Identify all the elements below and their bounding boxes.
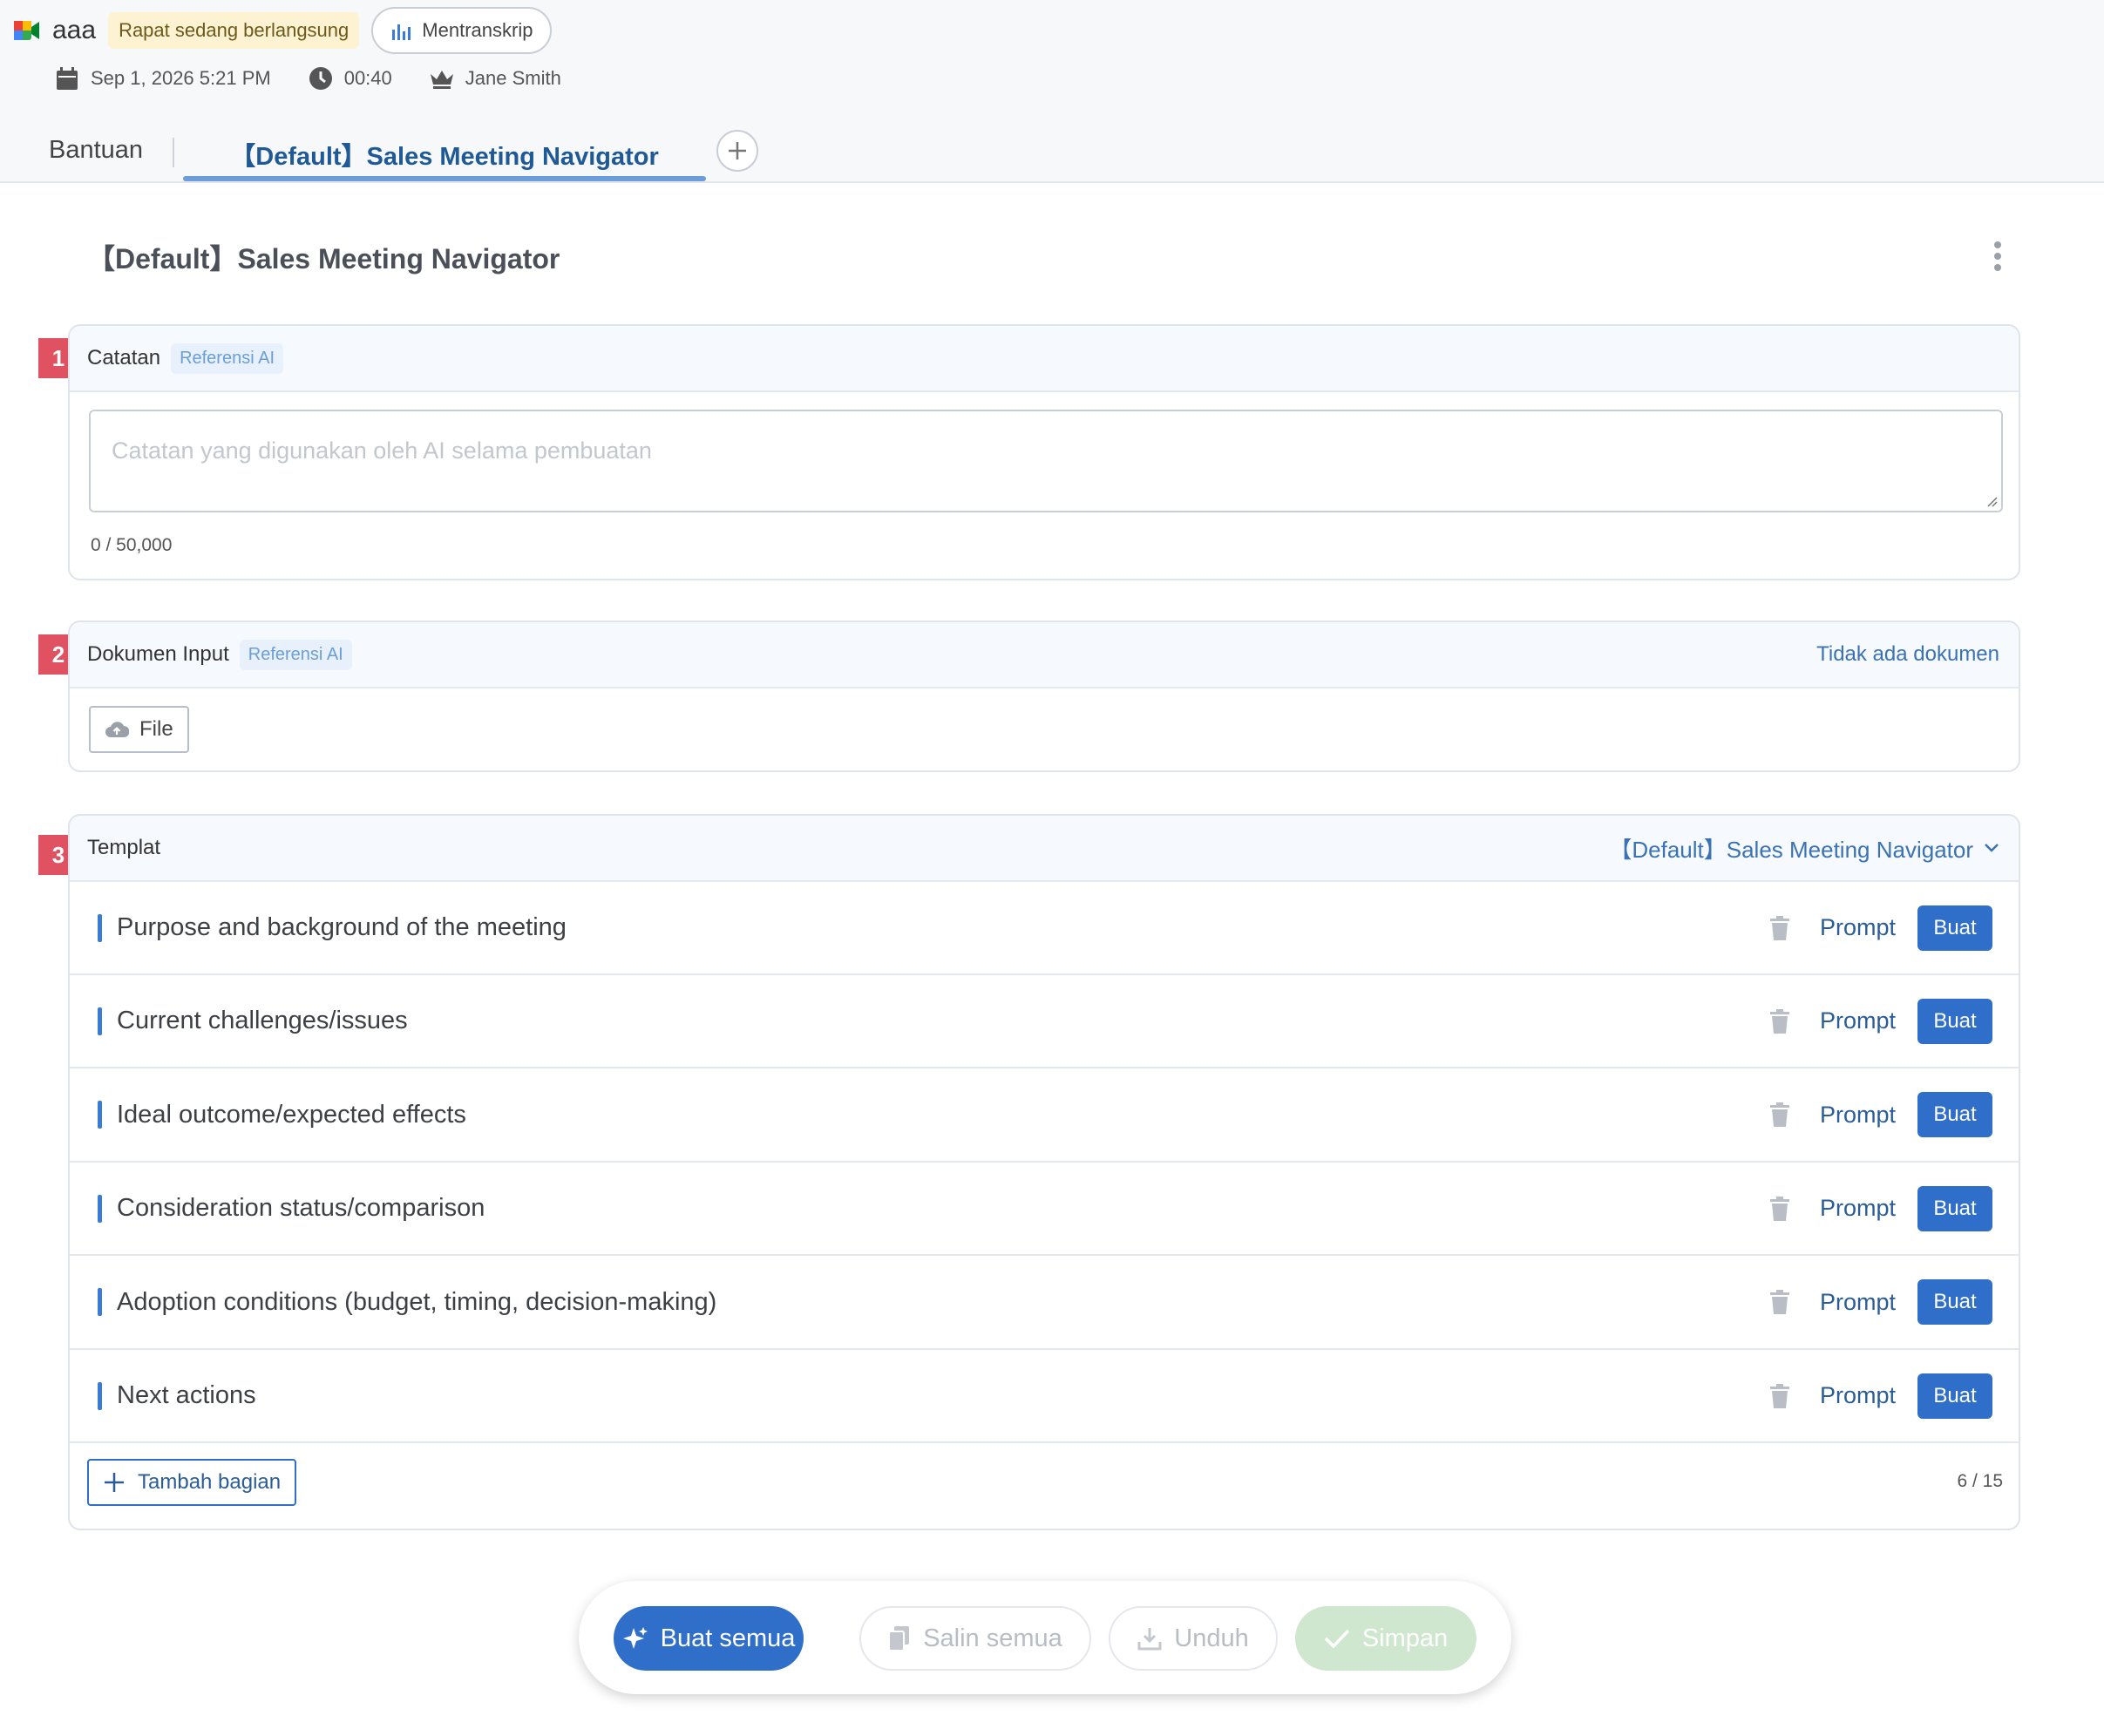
save-button[interactable]: Simpan: [1295, 1606, 1476, 1671]
trash-icon[interactable]: [1768, 1383, 1792, 1409]
template-section-row: Ideal outcome/expected effects Prompt Buat: [70, 1069, 2019, 1163]
section-accent-bar: [98, 1007, 102, 1035]
copy-all-button[interactable]: Salin semua: [859, 1606, 1091, 1671]
section-title[interactable]: Adoption conditions (budget, timing, dec…: [117, 1288, 716, 1317]
file-button-label: File: [139, 717, 173, 741]
generate-section-button[interactable]: Buat: [1917, 1279, 1992, 1326]
active-tab-indicator: [183, 176, 706, 181]
trash-icon[interactable]: [1768, 1102, 1792, 1128]
copy-icon: [888, 1626, 910, 1651]
check-icon: [1324, 1629, 1350, 1649]
template-selector[interactable]: 【Default】Sales Meeting Navigator: [1609, 832, 1999, 865]
generate-all-button[interactable]: Buat semua: [614, 1606, 804, 1671]
notes-placeholder: Catatan yang digunakan oleh AI selama pe…: [112, 437, 652, 464]
audio-bars-icon: [392, 24, 411, 40]
section-accent-bar: [98, 1101, 102, 1129]
section-title[interactable]: Current challenges/issues: [117, 1007, 408, 1035]
prompt-button[interactable]: Prompt: [1820, 1007, 1896, 1034]
save-label: Simpan: [1361, 1624, 1449, 1652]
section-title[interactable]: Consideration status/comparison: [117, 1194, 485, 1223]
page-title: 【Default】Sales Meeting Navigator: [87, 243, 560, 275]
transcribe-label: Mentranskrip: [422, 19, 533, 41]
add-tab-button[interactable]: [716, 130, 758, 172]
clock-icon: [308, 65, 334, 92]
section-accent-bar: [98, 1381, 102, 1410]
download-button[interactable]: Unduh: [1109, 1606, 1278, 1671]
template-section-row: Next actions Prompt Buat: [70, 1350, 2019, 1443]
tab-bar: Bantuan 【Default】Sales Meeting Navigator: [0, 122, 2104, 183]
add-section-label: Tambah bagian: [138, 1470, 282, 1494]
meeting-status-badge: Rapat sedang berlangsung: [108, 12, 360, 49]
prompt-button[interactable]: Prompt: [1820, 1382, 1896, 1409]
template-section-row: Consideration status/comparison Prompt Bua…: [70, 1163, 2019, 1257]
prompt-button[interactable]: Prompt: [1820, 1195, 1896, 1222]
template-selected-value: 【Default】Sales Meeting Navigator: [1609, 836, 1973, 863]
more-options-icon[interactable]: [1984, 237, 2012, 275]
trash-icon[interactable]: [1768, 1196, 1792, 1222]
notes-header: Catatan Referensi AI: [70, 326, 2019, 392]
meeting-meta: Sep 1, 2026 5:21 PM 00:40 Jane Smith: [54, 61, 561, 96]
calendar-icon: [54, 65, 80, 92]
transcribe-button[interactable]: Mentranskrip: [371, 7, 553, 54]
chevron-down-icon: [1985, 844, 1999, 852]
template-section-row: Purpose and background of the meeting Pro…: [70, 882, 2019, 975]
prompt-button[interactable]: Prompt: [1820, 1102, 1896, 1129]
plus-icon: [105, 1473, 124, 1492]
template-section-row: Current challenges/issues Prompt Buat: [70, 975, 2019, 1069]
download-label: Unduh: [1174, 1624, 1249, 1652]
trash-icon[interactable]: [1768, 1008, 1792, 1034]
meeting-date: Sep 1, 2026 5:21 PM: [91, 67, 271, 89]
sparkle-icon: [622, 1627, 648, 1649]
notes-textarea[interactable]: Catatan yang digunakan oleh AI selama pe…: [89, 410, 2003, 512]
template-section-row: Adoption conditions (budget, timing, dec…: [70, 1257, 2019, 1350]
meeting-duration: 00:40: [343, 67, 392, 89]
template-card: Templat 【Default】Sales Meeting Navigator…: [68, 814, 2020, 1530]
notes-char-counter: 0 / 50,000: [91, 535, 173, 555]
section-accent-bar: [98, 913, 102, 942]
crown-icon: [429, 65, 455, 92]
generate-all-label: Buat semua: [660, 1624, 796, 1652]
trash-icon[interactable]: [1768, 915, 1792, 941]
notes-card: Catatan Referensi AI Catatan yang diguna…: [68, 324, 2020, 580]
bottom-action-bar: Buat semua Salin semua Unduh Simpan: [579, 1581, 1511, 1694]
template-header: Templat 【Default】Sales Meeting Navigator: [70, 816, 2019, 882]
notes-label: Catatan: [87, 346, 161, 370]
section-title[interactable]: Purpose and background of the meeting: [117, 913, 567, 942]
meeting-owner: Jane Smith: [465, 67, 561, 89]
ai-reference-chip: Referensi AI: [239, 639, 352, 670]
file-upload-button[interactable]: File: [89, 706, 189, 753]
template-label: Templat: [87, 836, 161, 859]
documents-header: Dokumen Input Referensi AI Tidak ada dok…: [70, 622, 2019, 688]
ai-reference-chip: Referensi AI: [171, 342, 284, 374]
prompt-button[interactable]: Prompt: [1820, 1289, 1896, 1316]
app-title: aaa: [52, 16, 97, 44]
section-accent-bar: [98, 1194, 102, 1223]
resize-handle-icon[interactable]: [1984, 493, 1998, 507]
documents-label: Dokumen Input: [87, 642, 229, 666]
generate-section-button[interactable]: Buat: [1917, 1373, 1992, 1419]
trash-icon[interactable]: [1768, 1289, 1792, 1315]
generate-section-button[interactable]: Buat: [1917, 998, 1992, 1044]
documents-status: Tidak ada dokumen: [1816, 642, 1999, 666]
add-section-button[interactable]: Tambah bagian: [87, 1459, 297, 1506]
section-accent-bar: [98, 1288, 102, 1317]
generate-section-button[interactable]: Buat: [1917, 1185, 1992, 1231]
cloud-upload-icon: [105, 722, 129, 737]
generate-section-button[interactable]: Buat: [1917, 1092, 1992, 1138]
header: aaa Rapat sedang berlangsung Mentranskri…: [0, 0, 2104, 183]
documents-card: Dokumen Input Referensi AI Tidak ada dok…: [68, 620, 2020, 772]
copy-all-label: Salin semua: [923, 1624, 1062, 1652]
google-meet-icon: [14, 21, 39, 40]
section-count: 6 / 15: [1957, 1471, 2003, 1491]
tab-help[interactable]: Bantuan: [49, 136, 143, 165]
tab-sales-meeting-navigator[interactable]: 【Default】Sales Meeting Navigator: [183, 136, 706, 173]
prompt-button[interactable]: Prompt: [1820, 914, 1896, 941]
download-icon: [1137, 1628, 1162, 1651]
section-title[interactable]: Next actions: [117, 1381, 256, 1410]
tab-divider: [173, 138, 174, 167]
plus-icon: [729, 142, 746, 159]
section-title[interactable]: Ideal outcome/expected effects: [117, 1101, 466, 1129]
title-row: aaa Rapat sedang berlangsung Mentranskri…: [14, 7, 553, 54]
generate-section-button[interactable]: Buat: [1917, 905, 1992, 951]
